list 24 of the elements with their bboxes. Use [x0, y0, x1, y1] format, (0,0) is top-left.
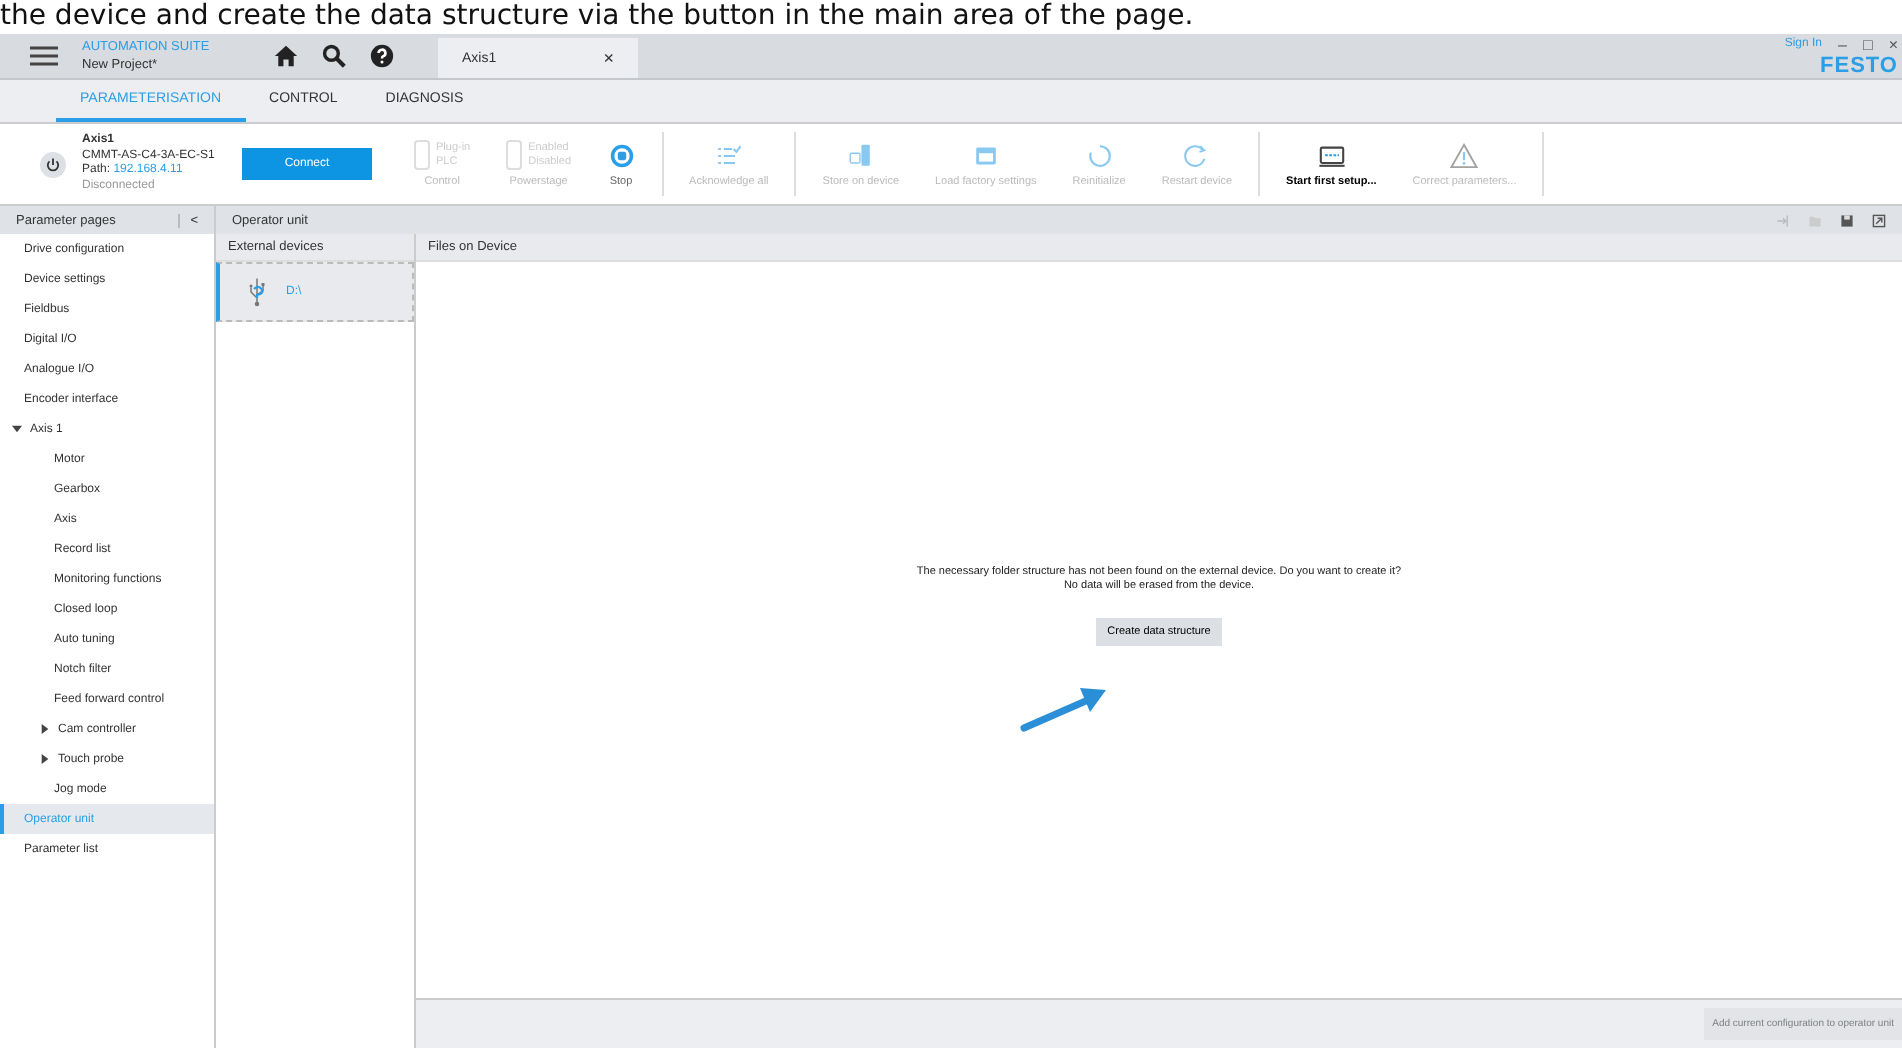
caption-text: the device and create the data structure via the button in the main area of the page.: [0, 0, 1194, 34]
minimize-button[interactable]: –: [1838, 35, 1847, 53]
warning-icon: [1450, 141, 1479, 169]
maximize-button[interactable]: □: [1862, 35, 1873, 53]
close-tab-button[interactable]: ×: [603, 48, 614, 68]
home-icon[interactable]: [274, 44, 298, 68]
caret-icon[interactable]: [12, 424, 22, 434]
pointer-arrow: [1020, 684, 1108, 732]
stop-icon: [607, 141, 636, 169]
usb-icon: [248, 276, 266, 308]
export-icon[interactable]: [1872, 213, 1886, 227]
device-store-icon: [846, 141, 875, 169]
checklist-icon: [714, 141, 743, 169]
search-icon[interactable]: [322, 44, 346, 68]
logo: FESTO: [1820, 53, 1898, 77]
laptop-icon: [1317, 141, 1346, 169]
close-button[interactable]: ×: [1888, 35, 1898, 53]
caret-icon[interactable]: [40, 754, 50, 764]
caret-icon[interactable]: [40, 724, 50, 734]
save-icon[interactable]: [1840, 213, 1854, 227]
restart-icon: [1182, 141, 1211, 169]
help-icon[interactable]: [370, 44, 394, 68]
menu-icon[interactable]: [30, 46, 58, 66]
power-icon[interactable]: [40, 151, 66, 177]
